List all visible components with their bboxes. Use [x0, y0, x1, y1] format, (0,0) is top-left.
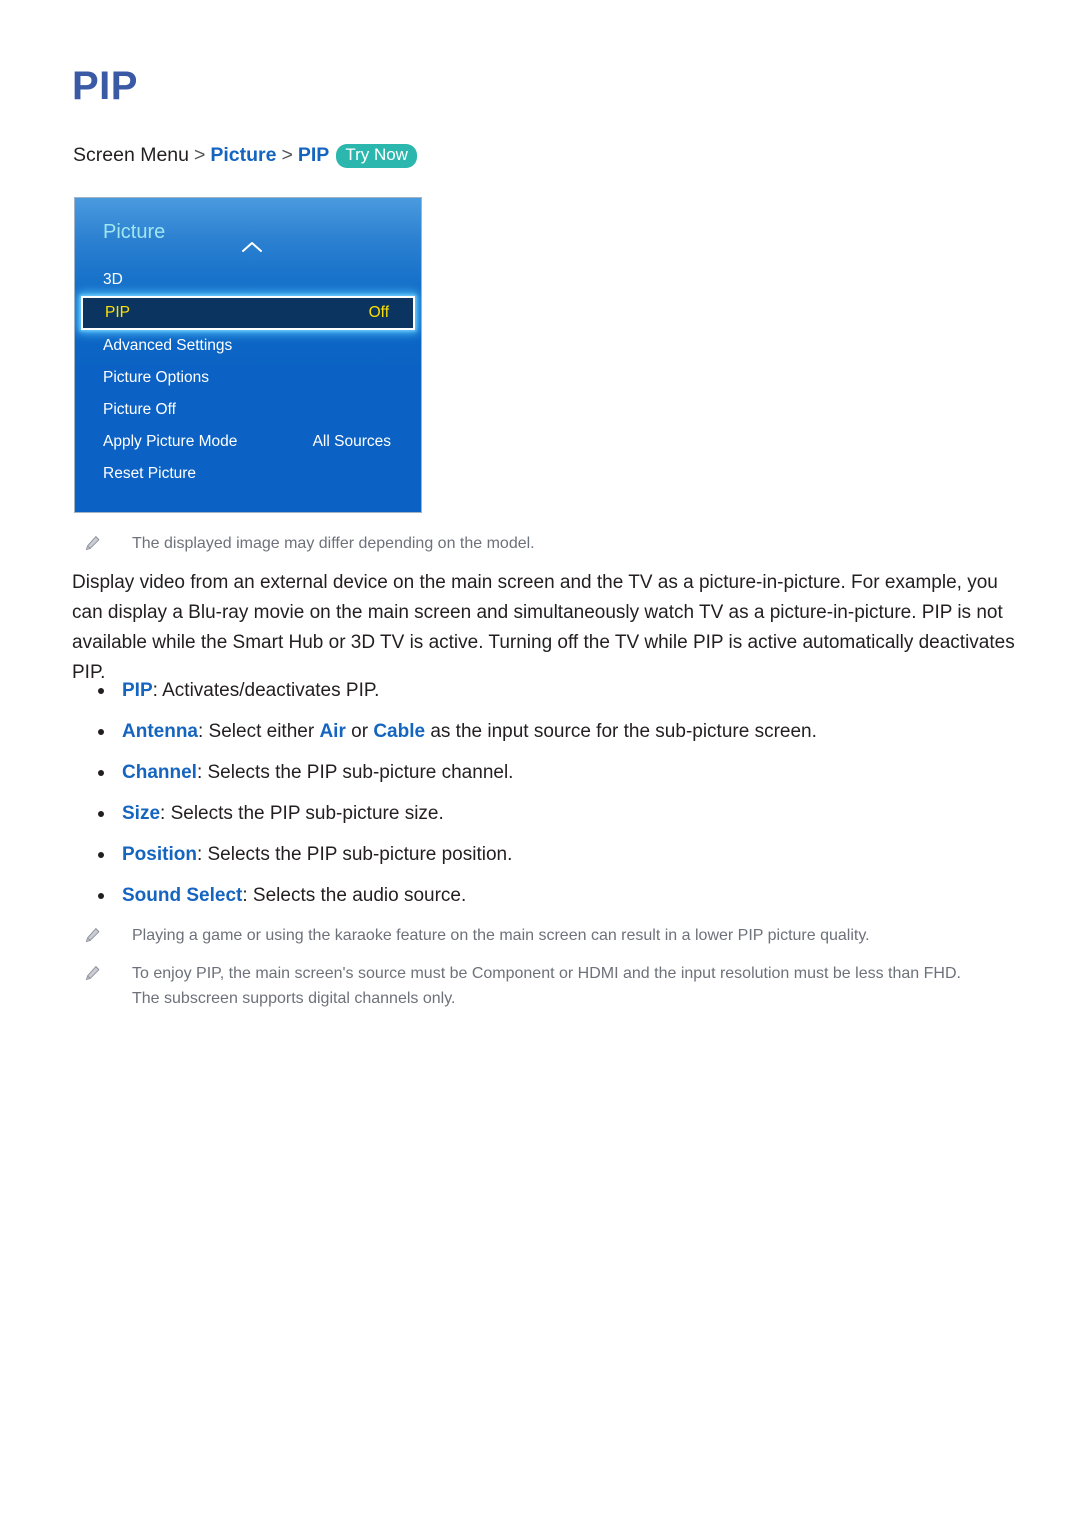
tv-menu-panel: Picture 3D PIP Off Advanced Settings Pic… [74, 197, 422, 513]
option-term: Channel [122, 762, 197, 783]
note-text: The displayed image may differ depending… [132, 535, 535, 552]
tv-menu-item-reset-picture[interactable]: Reset Picture [75, 458, 421, 490]
body-paragraph: Display video from an external device on… [72, 572, 1015, 683]
option-description-part: as the input source for the sub-picture … [425, 721, 817, 742]
note-text: To enjoy PIP, the main screen's source m… [132, 965, 961, 1007]
tv-menu-item-pip[interactable]: PIP Off [81, 296, 415, 330]
footnote-karaoke: Playing a game or using the karaoke feat… [84, 923, 989, 948]
tv-menu-item-label: Picture Options [103, 369, 209, 386]
option-value-air: Air [319, 721, 346, 742]
option-description: : Selects the PIP sub-picture position. [196, 844, 513, 865]
bullet-icon [98, 811, 104, 817]
tv-menu-item-label: 3D [103, 271, 123, 288]
tv-menu-item-value: Off [368, 304, 389, 321]
breadcrumb: Screen Menu > Picture > PIP Try Now [73, 142, 417, 169]
list-item: Sound Select: Selects the audio source. [96, 883, 1016, 909]
list-item: Size: Selects the PIP sub-picture size. [96, 801, 1016, 827]
option-description-part: or [345, 721, 374, 742]
pencil-icon [84, 535, 101, 552]
tv-menu-item-3d[interactable]: 3D [75, 264, 421, 296]
tv-menu-rows: 3D PIP Off Advanced Settings Picture Opt… [75, 264, 421, 490]
tv-menu-item-label: PIP [105, 304, 130, 321]
bullet-icon [98, 893, 104, 899]
list-item: Position: Selects the PIP sub-picture po… [96, 842, 1016, 868]
footnote-source-requirements: To enjoy PIP, the main screen's source m… [84, 961, 989, 1011]
list-item: Channel: Selects the PIP sub-picture cha… [96, 760, 1016, 786]
tv-menu-item-picture-off[interactable]: Picture Off [75, 394, 421, 426]
option-term: Size [122, 803, 161, 824]
try-now-badge[interactable]: Try Now [336, 144, 417, 168]
option-value-cable: Cable [373, 721, 426, 742]
tv-menu-header: Picture [103, 221, 166, 243]
option-description-part: : Select either [198, 721, 320, 742]
tv-menu-item-apply-picture-mode[interactable]: Apply Picture Mode All Sources [75, 426, 421, 458]
breadcrumb-link-pip[interactable]: PIP [298, 144, 329, 166]
bullet-icon [98, 729, 104, 735]
tv-menu-item-label: Picture Off [103, 401, 176, 418]
option-description: : Selects the PIP sub-picture size. [160, 803, 444, 824]
tv-menu-item-label: Reset Picture [103, 465, 197, 482]
option-term: Position [122, 844, 197, 865]
page-title: PIP [72, 64, 138, 108]
tv-menu-item-picture-options[interactable]: Picture Options [75, 362, 421, 394]
breadcrumb-root: Screen Menu [73, 144, 189, 166]
option-term: PIP [122, 680, 153, 701]
pencil-icon [84, 965, 101, 982]
list-item: Antenna: Select either Air or Cable as t… [96, 719, 1016, 745]
bullet-icon [98, 852, 104, 858]
option-description: : Activates/deactivates PIP. [152, 680, 380, 701]
bullet-icon [98, 688, 104, 694]
breadcrumb-separator-2: > [281, 144, 293, 166]
note-text: Playing a game or using the karaoke feat… [132, 927, 870, 944]
tv-menu-item-value: All Sources [312, 433, 391, 450]
breadcrumb-link-picture[interactable]: Picture [210, 144, 276, 166]
list-item: PIP: Activates/deactivates PIP. [96, 678, 1016, 704]
breadcrumb-separator-1: > [193, 144, 206, 166]
page-root: PIP Screen Menu > Picture > PIP Try Now Pictu… [0, 0, 1080, 1527]
tv-menu-item-advanced-settings[interactable]: Advanced Settings [75, 330, 421, 362]
option-description: : Selects the PIP sub-picture channel. [196, 762, 514, 783]
option-list: PIP: Activates/deactivates PIP. Antenna:… [96, 678, 1016, 924]
option-description: : Selects the audio source. [242, 885, 467, 906]
chevron-up-icon [241, 240, 263, 254]
option-term: Antenna [122, 721, 198, 742]
tv-menu-item-label: Apply Picture Mode [103, 433, 238, 450]
tv-menu-item-label: Advanced Settings [103, 337, 233, 354]
note-model-disclaimer: The displayed image may differ depending… [84, 531, 964, 556]
option-term: Sound Select [122, 885, 243, 906]
bullet-icon [98, 770, 104, 776]
pencil-icon [84, 927, 101, 944]
